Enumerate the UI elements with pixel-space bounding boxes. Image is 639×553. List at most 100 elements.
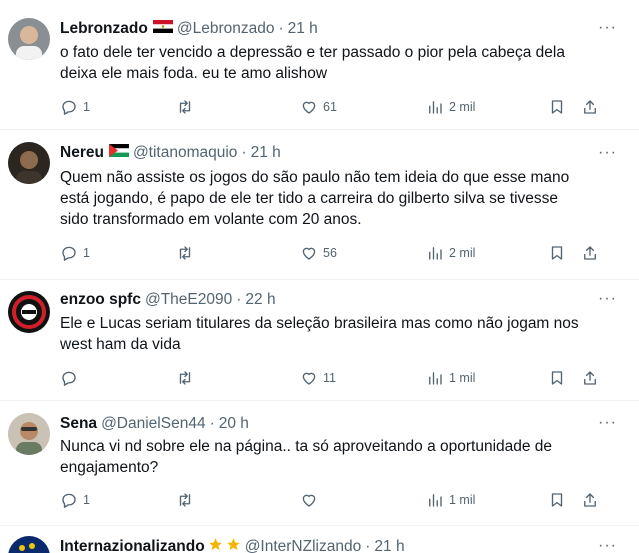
handle[interactable]: @TheE2090 xyxy=(145,291,232,309)
action-bar: 11 1 mil xyxy=(60,368,610,388)
retweet-button[interactable] xyxy=(176,490,199,510)
avatar[interactable] xyxy=(8,291,50,333)
share-icon xyxy=(584,100,596,114)
retweet-button[interactable] xyxy=(176,243,199,263)
handle[interactable]: @Lebronzado xyxy=(177,20,275,38)
like-button[interactable]: 56 xyxy=(300,243,337,263)
avatar[interactable] xyxy=(8,413,50,455)
egypt-flag-icon xyxy=(152,20,173,38)
bookmark-icon xyxy=(551,371,563,385)
separator: · xyxy=(236,291,242,308)
retweet-icon xyxy=(179,371,191,385)
separator: · xyxy=(278,20,284,37)
retweet-button[interactable] xyxy=(176,97,199,117)
tweet-text: Nunca vi nd sobre ele na página.. ta só … xyxy=(60,436,608,478)
handle[interactable]: @DanielSen44 xyxy=(101,415,206,433)
tweet-header: Nereu @titanomaquio · 21 h xyxy=(60,142,281,164)
separator: · xyxy=(241,144,247,161)
tweet-header: Internazionalizando @InterNZlizando · 21… xyxy=(60,536,405,553)
timestamp[interactable]: 21 h xyxy=(288,20,318,38)
text-line: Quem não assiste os jogos do são paulo n… xyxy=(60,169,570,186)
bookmark-button[interactable] xyxy=(548,368,566,388)
more-options-icon[interactable]: ··· xyxy=(598,288,617,310)
share-button[interactable] xyxy=(581,490,599,510)
handle[interactable]: @InterNZlizando xyxy=(245,538,362,553)
text-line: deixa ele mais foda. eu te amo alishow xyxy=(60,65,328,82)
display-name[interactable]: enzoo spfc xyxy=(60,291,141,309)
avatar[interactable] xyxy=(8,142,50,184)
reply-button[interactable]: 1 xyxy=(60,243,90,263)
text-line: Ele e Lucas seriam titulares da seleção … xyxy=(60,315,579,332)
bookmark-button[interactable] xyxy=(548,243,566,263)
share-button[interactable] xyxy=(581,368,599,388)
separator: · xyxy=(365,538,371,553)
action-bar: 1 56 2 mil xyxy=(60,243,610,263)
display-name[interactable]: Internazionalizando xyxy=(60,538,205,553)
tweet[interactable]: Internazionalizando @InterNZlizando · 21… xyxy=(0,526,639,553)
views-button[interactable]: 1 mil xyxy=(426,490,475,510)
bookmark-button[interactable] xyxy=(548,490,566,510)
retweet-icon xyxy=(179,246,191,260)
views-chart-icon xyxy=(429,372,442,385)
display-name[interactable]: Nereu xyxy=(60,144,104,162)
heart-icon xyxy=(302,494,316,507)
tweet-text: Ele e Lucas seriam titulares da seleção … xyxy=(60,313,608,355)
tweet-header: enzoo spfc @TheE2090 · 22 h xyxy=(60,289,276,311)
reply-button[interactable] xyxy=(60,368,83,388)
retweet-button[interactable] xyxy=(176,368,199,388)
timestamp[interactable]: 21 h xyxy=(251,144,281,162)
display-name[interactable]: Sena xyxy=(60,415,97,433)
tweet-text: Quem não assiste os jogos do são paulo n… xyxy=(60,167,608,230)
text-line: Nunca vi nd sobre ele na página.. ta só … xyxy=(60,438,553,455)
view-count: 1 mil xyxy=(449,493,476,507)
share-icon xyxy=(584,371,596,385)
heart-icon xyxy=(302,372,316,385)
like-count: 56 xyxy=(323,246,337,260)
tweet[interactable]: Lebronzado @Lebronzado · 21 h ··· o fato… xyxy=(0,0,639,130)
handle[interactable]: @titanomaquio xyxy=(133,144,238,162)
action-bar: 1 1 mil xyxy=(60,490,610,510)
star-icon xyxy=(208,537,223,553)
reply-count: 1 xyxy=(83,100,90,114)
share-button[interactable] xyxy=(581,97,599,117)
bookmark-button[interactable] xyxy=(548,97,566,117)
tweet[interactable]: Sena @DanielSen44 · 20 h ··· Nunca vi nd… xyxy=(0,401,639,526)
share-icon xyxy=(584,246,596,260)
views-button[interactable]: 2 mil xyxy=(426,97,475,117)
timestamp[interactable]: 21 h xyxy=(374,538,404,553)
more-options-icon[interactable]: ··· xyxy=(598,412,617,434)
separator: · xyxy=(209,415,215,432)
heart-icon xyxy=(302,101,316,114)
tweet-header: Lebronzado @Lebronzado · 21 h xyxy=(60,18,318,40)
views-button[interactable]: 1 mil xyxy=(426,368,475,388)
share-icon xyxy=(584,493,596,507)
more-options-icon[interactable]: ··· xyxy=(598,535,617,553)
reply-icon xyxy=(62,246,76,261)
views-button[interactable]: 2 mil xyxy=(426,243,475,263)
tweet[interactable]: enzoo spfc @TheE2090 · 22 h ··· Ele e Lu… xyxy=(0,280,639,401)
like-button[interactable]: 61 xyxy=(300,97,337,117)
text-line: west ham da vida xyxy=(60,336,181,353)
text-line: está jogando, é papo de ele ter tido a c… xyxy=(60,190,559,207)
reply-button[interactable]: 1 xyxy=(60,490,90,510)
timestamp[interactable]: 22 h xyxy=(245,291,275,309)
retweet-icon xyxy=(179,100,191,114)
more-options-icon[interactable]: ··· xyxy=(598,17,617,39)
like-button[interactable] xyxy=(300,490,323,510)
view-count: 1 mil xyxy=(449,371,476,385)
bookmark-icon xyxy=(551,493,563,507)
timestamp[interactable]: 20 h xyxy=(219,415,249,433)
avatar[interactable] xyxy=(8,536,50,553)
avatar[interactable] xyxy=(8,18,50,60)
display-name[interactable]: Lebronzado xyxy=(60,20,148,38)
view-count: 2 mil xyxy=(449,246,476,260)
share-button[interactable] xyxy=(581,243,599,263)
star-icon xyxy=(226,537,241,553)
reply-button[interactable]: 1 xyxy=(60,97,90,117)
tweet[interactable]: Nereu @titanomaquio · 21 h ··· Quem não … xyxy=(0,130,639,280)
like-button[interactable]: 11 xyxy=(300,368,336,388)
heart-icon xyxy=(302,247,316,260)
more-options-icon[interactable]: ··· xyxy=(598,142,617,164)
views-chart-icon xyxy=(429,247,442,260)
reply-icon xyxy=(62,493,76,508)
